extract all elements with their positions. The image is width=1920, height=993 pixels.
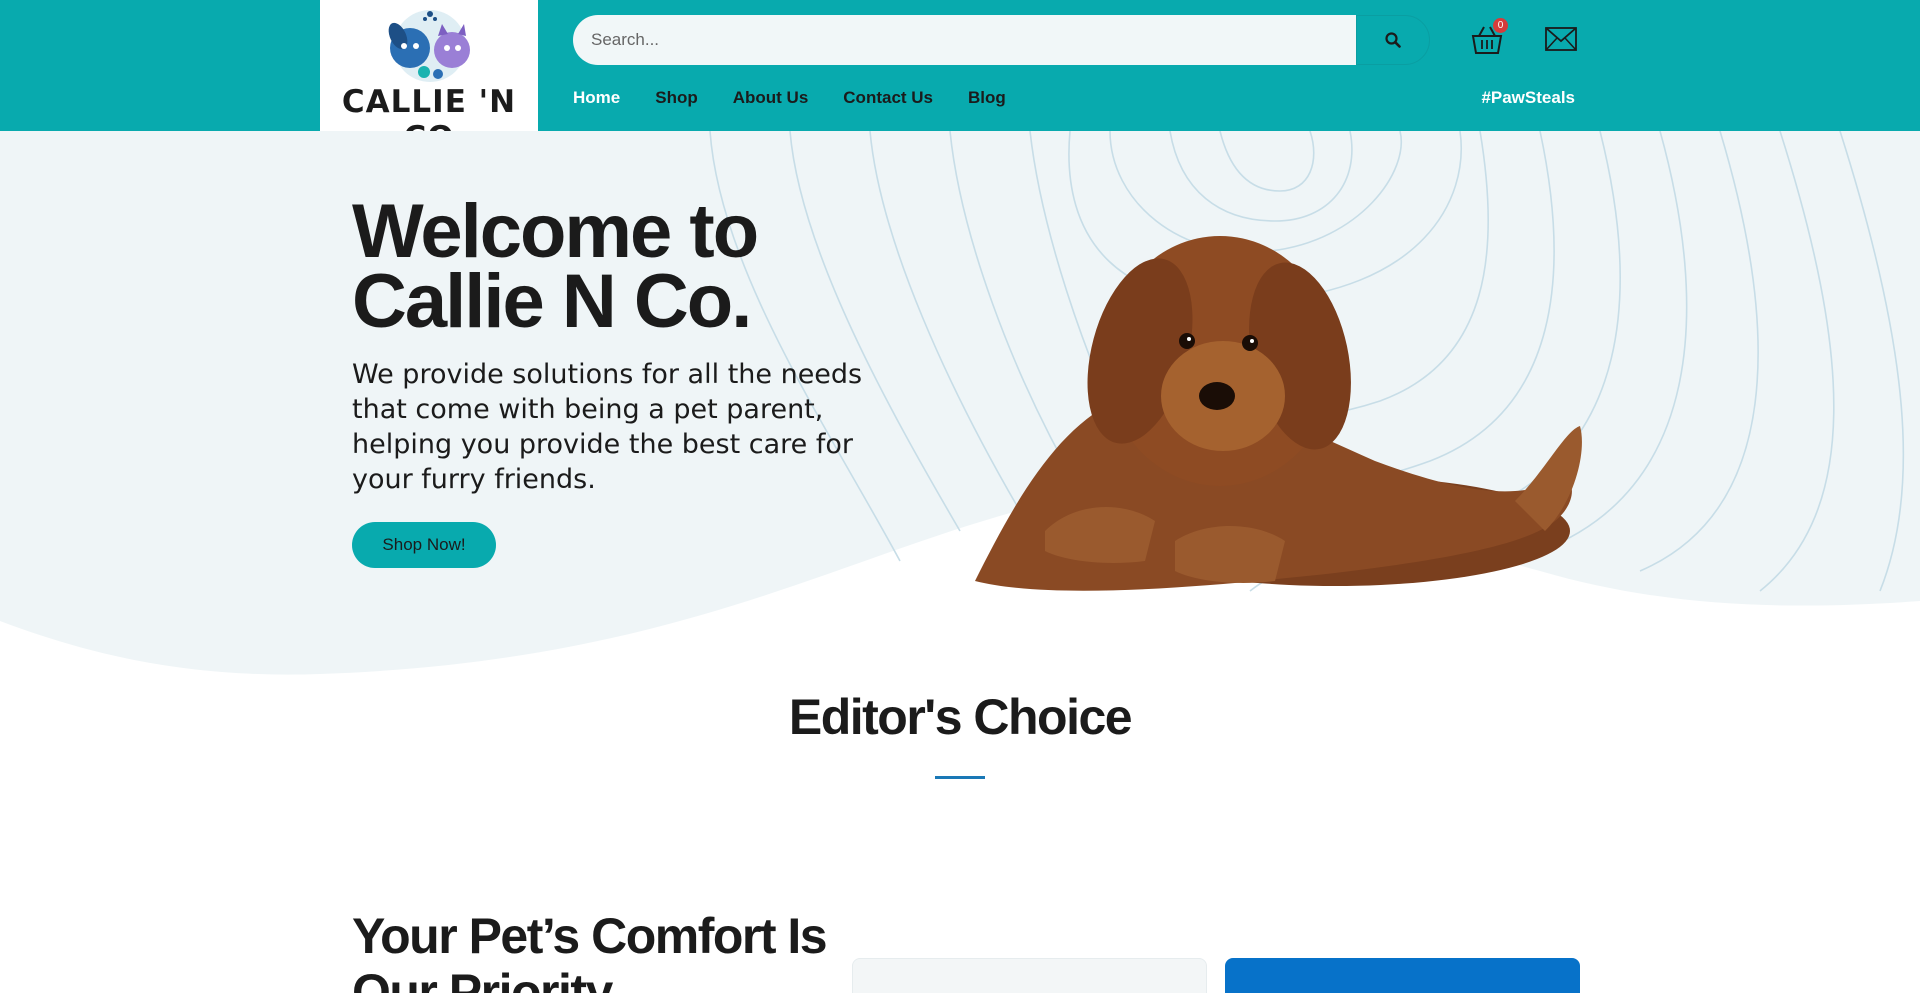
hero-section: Welcome to Callie N Co. We provide solut… [0,131,1920,691]
main-nav: Home Shop About Us Contact Us Blog [573,88,1006,108]
product-card[interactable] [1225,958,1580,993]
search-icon [1385,32,1401,48]
product-card[interactable] [852,958,1207,993]
nav-home[interactable]: Home [573,88,620,108]
search-button[interactable] [1356,15,1430,65]
comfort-title: Your Pet’s Comfort Is Our Priority [352,908,828,993]
nav-shop[interactable]: Shop [655,88,698,108]
cart-count-badge: 0 [1493,18,1508,33]
hero-title: Welcome to Callie N Co. [352,194,952,340]
section-divider [935,776,985,779]
hero-subtitle: We provide solutions for all the needs t… [352,359,863,495]
paw-steals-link[interactable]: #PawSteals [1481,88,1575,108]
site-header: CALLIE 'N CO 0 Home Shop About Us Contac… [0,0,1920,131]
logo-mascot-icon [388,10,470,82]
logo-wordmark: CALLIE 'N CO [341,84,517,131]
search-bar [573,15,1357,65]
shop-now-button[interactable]: Shop Now! [352,522,496,568]
search-input[interactable] [573,15,1357,65]
nav-contact-us[interactable]: Contact Us [843,88,933,108]
dog-image [975,236,1582,591]
nav-blog[interactable]: Blog [968,88,1006,108]
site-logo[interactable]: CALLIE 'N CO [320,0,538,131]
mail-icon[interactable] [1545,27,1577,51]
editors-choice-title: Editor's Choice [788,689,1133,745]
hero-title-line-2: Callie N Co. [352,259,752,344]
nav-about-us[interactable]: About Us [733,88,809,108]
